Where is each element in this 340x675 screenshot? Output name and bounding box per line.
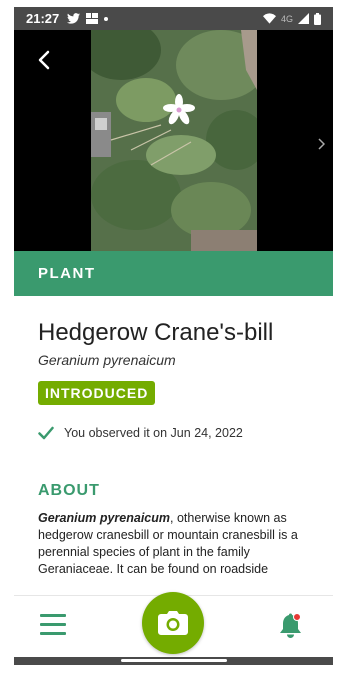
notifications-button[interactable]: [276, 612, 304, 640]
notification-dot: [293, 613, 301, 621]
taxon-details: Hedgerow Crane's-bill Geranium pyrenaicu…: [14, 296, 333, 578]
camera-button[interactable]: [142, 592, 204, 654]
observed-status: You observed it on Jun 24, 2022: [38, 426, 309, 440]
back-button[interactable]: [32, 48, 56, 72]
camera-icon: [158, 611, 188, 635]
bell-icon: [280, 613, 301, 638]
photo-carousel[interactable]: [14, 30, 333, 251]
about-heading: ABOUT: [38, 482, 100, 499]
observed-text: You observed it on Jun 24, 2022: [64, 426, 243, 440]
next-photo-button[interactable]: [315, 136, 327, 152]
common-name: Hedgerow Crane's-bill: [38, 319, 274, 346]
chevron-right-icon: [317, 138, 325, 150]
wifi-icon: [262, 13, 276, 24]
iconic-taxon-band: PLANT: [14, 251, 333, 296]
status-bar: 21:27 4G: [14, 7, 333, 30]
status-left-icons: [67, 13, 109, 24]
establishment-badge[interactable]: INTRODUCED: [38, 381, 156, 405]
about-text: Geranium pyrenaicum, otherwise known as …: [38, 510, 309, 578]
about-lead: Geranium pyrenaicum: [38, 511, 170, 525]
scientific-name: Geranium pyrenaicum: [38, 352, 176, 368]
status-time: 21:27: [26, 11, 60, 26]
status-right-icons: 4G: [262, 12, 321, 25]
signal-icon: [298, 13, 309, 24]
network-type: 4G: [280, 13, 293, 24]
dot-icon: [104, 16, 109, 21]
app-screen: 21:27 4G PLANT Hedgerow Crane's-bill Ger…: [14, 7, 333, 665]
home-handle[interactable]: [121, 659, 227, 662]
observation-photo[interactable]: [91, 30, 257, 251]
back-arrow-icon: [38, 50, 50, 70]
gesture-bar: [14, 657, 333, 665]
battery-icon: [314, 12, 321, 25]
bottom-navigation: [14, 592, 333, 657]
category-label: PLANT: [38, 265, 96, 282]
menu-button[interactable]: [40, 614, 66, 638]
app-icon: [86, 13, 99, 24]
menu-icon: [40, 614, 66, 635]
checkmark-icon: [38, 426, 54, 440]
twitter-icon: [67, 13, 81, 24]
